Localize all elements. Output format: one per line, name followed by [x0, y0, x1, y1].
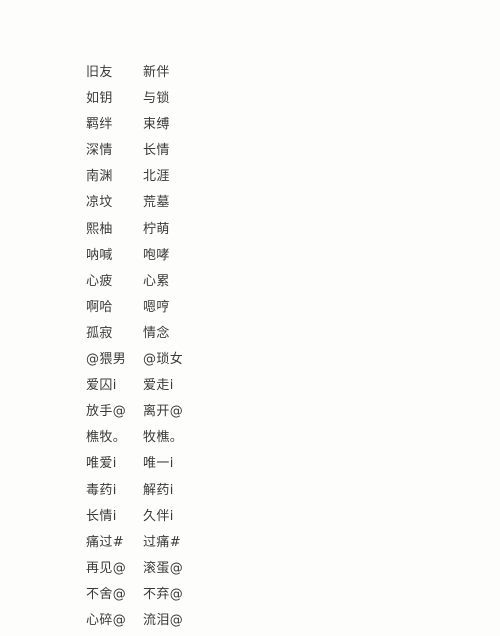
nickname-left: 羁绊: [86, 117, 113, 133]
list-item: 樵牧。 牧樵。: [86, 425, 446, 451]
nickname-right: 滚蛋@: [143, 560, 184, 576]
nickname-left: 唯爱i: [86, 456, 117, 472]
list-item: 羁绊 束缚: [86, 112, 446, 138]
list-item: 痛过# 过痛#: [86, 530, 446, 556]
nickname-left: 心碎@: [86, 612, 127, 628]
nickname-right: 唯一i: [143, 456, 174, 472]
nickname-left: 如钥: [86, 91, 113, 107]
nickname-right: 与锁: [143, 91, 170, 107]
nickname-left: 啊哈: [86, 299, 113, 315]
nickname-left: 呐喊: [86, 247, 113, 263]
nickname-right: 柠萌: [143, 221, 170, 237]
nickname-right: 爱走i: [143, 378, 174, 394]
list-item: @猥男 @琐女: [86, 347, 446, 373]
nickname-right: 过痛#: [143, 534, 182, 550]
list-item: 爱囚i 爱走i: [86, 373, 446, 399]
nickname-left: @猥男: [86, 352, 127, 368]
nickname-right: 北涯: [143, 169, 170, 185]
list-item: 不舍@ 不弃@: [86, 582, 446, 608]
nickname-left: 放手@: [86, 404, 127, 420]
list-item: 旧友 新伴: [86, 60, 446, 86]
list-item: 再见@ 滚蛋@: [86, 556, 446, 582]
nickname-right: 荒墓: [143, 195, 170, 211]
list-item: 心疲 心累: [86, 269, 446, 295]
nickname-right: 解药i: [143, 482, 174, 498]
nickname-left: 毒药i: [86, 482, 117, 498]
nickname-right: 咆哮: [143, 247, 170, 263]
nickname-left: 再见@: [86, 560, 127, 576]
nickname-left: 樵牧。: [86, 430, 127, 446]
nickname-left: 长情i: [86, 508, 117, 524]
nickname-right: 束缚: [143, 117, 170, 133]
nickname-right: 嗯哼: [143, 299, 170, 315]
nickname-right: 久伴i: [143, 508, 174, 524]
nickname-left: 爱囚i: [86, 378, 117, 394]
list-item: 心碎@ 流泪@: [86, 608, 446, 634]
list-item: 啊哈 嗯哼: [86, 295, 446, 321]
list-item: 放手@ 离开@: [86, 399, 446, 425]
nickname-right: 心累: [143, 273, 170, 289]
nickname-left: 孤寂: [86, 325, 113, 341]
document-page: 旧友 新伴 如钥 与锁 羁绊 束缚 深情 长情 南渊 北涯 凉坟 荒墓 熙柚 柠萌 呐喊 咆哮 心疲 心累 啊哈 嗯哼…: [0, 0, 500, 636]
list-item: 如钥 与锁: [86, 86, 446, 112]
nickname-right: @琐女: [143, 352, 184, 368]
list-item: 南渊 北涯: [86, 164, 446, 190]
nickname-right: 不弃@: [143, 586, 184, 602]
nickname-right: 流泪@: [143, 612, 184, 628]
nickname-pair-list: 旧友 新伴 如钥 与锁 羁绊 束缚 深情 长情 南渊 北涯 凉坟 荒墓 熙柚 柠萌 呐喊 咆哮 心疲 心累 啊哈 嗯哼…: [86, 60, 446, 634]
nickname-right: 牧樵。: [143, 430, 184, 446]
list-item: 呐喊 咆哮: [86, 243, 446, 269]
list-item: 熙柚 柠萌: [86, 217, 446, 243]
list-item: 毒药i 解药i: [86, 478, 446, 504]
list-item: 唯爱i 唯一i: [86, 451, 446, 477]
nickname-right: 长情: [143, 143, 170, 159]
nickname-right: 新伴: [143, 65, 170, 80]
list-item: 孤寂 情念: [86, 321, 446, 347]
nickname-left: 深情: [86, 143, 113, 159]
list-item: 凉坟 荒墓: [86, 190, 446, 216]
nickname-right: 离开@: [143, 404, 184, 420]
list-item: 长情i 久伴i: [86, 504, 446, 530]
nickname-left: 凉坟: [86, 195, 113, 211]
nickname-right: 情念: [143, 325, 170, 341]
list-item: 深情 长情: [86, 138, 446, 164]
nickname-left: 南渊: [86, 169, 113, 185]
nickname-left: 旧友: [86, 65, 113, 80]
nickname-left: 心疲: [86, 273, 113, 289]
nickname-left: 不舍@: [86, 586, 127, 602]
nickname-left: 痛过#: [86, 534, 125, 550]
nickname-left: 熙柚: [86, 221, 113, 237]
